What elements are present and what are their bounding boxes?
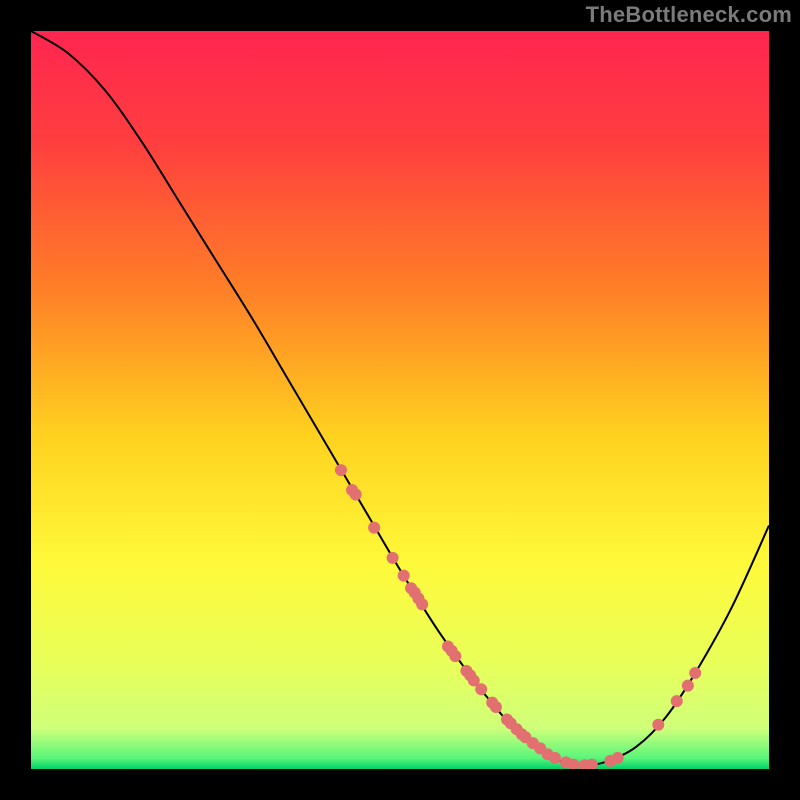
- data-point: [416, 598, 428, 610]
- data-point: [449, 650, 461, 662]
- data-point: [490, 701, 502, 713]
- data-point: [350, 488, 362, 500]
- data-point: [652, 719, 664, 731]
- chart-frame: TheBottleneck.com: [0, 0, 800, 800]
- data-point: [475, 683, 487, 695]
- data-point: [387, 552, 399, 564]
- data-point: [549, 752, 561, 764]
- bottleneck-plot: [31, 31, 769, 769]
- data-point: [612, 752, 624, 764]
- data-point: [368, 522, 380, 534]
- watermark-text: TheBottleneck.com: [586, 2, 792, 28]
- data-point: [682, 680, 694, 692]
- data-point: [689, 667, 701, 679]
- data-point: [335, 464, 347, 476]
- data-point: [398, 570, 410, 582]
- data-point: [671, 695, 683, 707]
